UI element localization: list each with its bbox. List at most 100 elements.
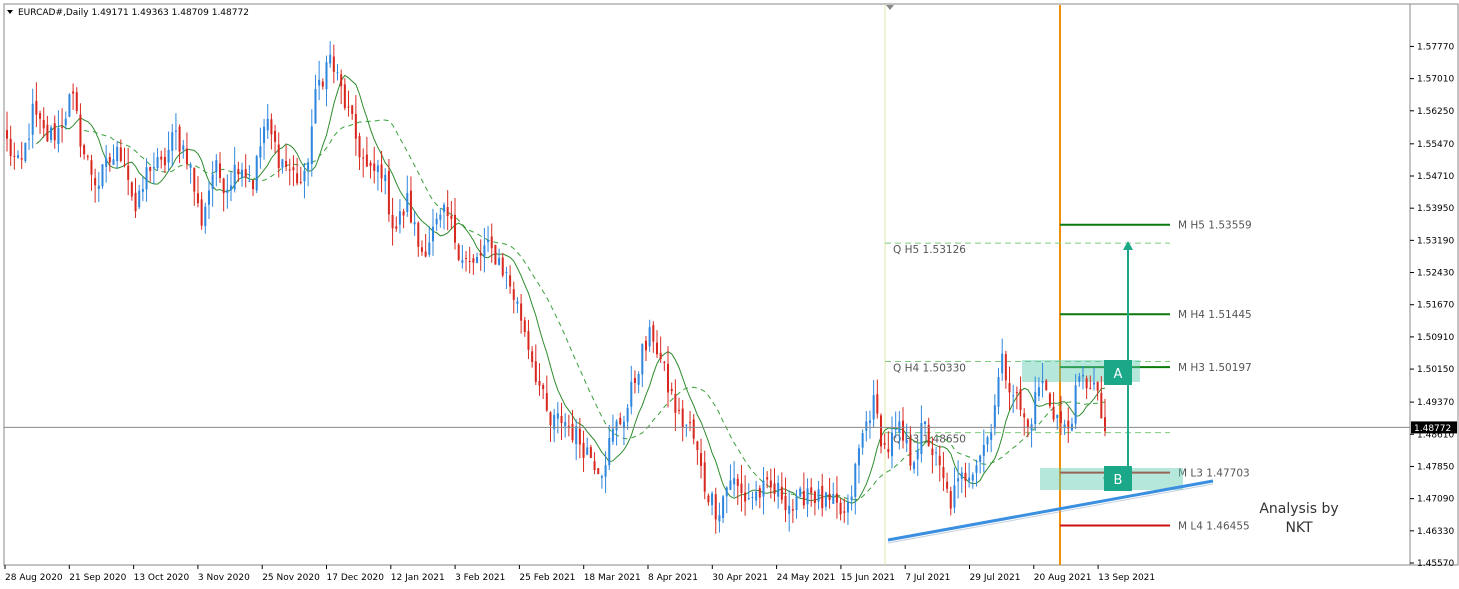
candle-body <box>57 127 60 145</box>
candle-body <box>854 464 857 497</box>
candle-body <box>303 170 306 182</box>
y-tick-label: 1.53950 <box>1417 204 1454 214</box>
candle-body <box>711 493 714 506</box>
candle-body <box>325 62 328 90</box>
candle-body <box>898 421 901 433</box>
candle-body <box>681 408 684 428</box>
candle-body <box>42 119 45 129</box>
candle-body <box>409 190 412 223</box>
candle-body <box>758 487 761 498</box>
pivot-level-label: M H4 1.51445 <box>1178 309 1252 321</box>
candle-body <box>589 447 592 458</box>
candle-body <box>108 157 111 163</box>
candle-body <box>648 327 651 347</box>
candle-body <box>883 442 886 445</box>
candle-body <box>751 496 754 499</box>
candle-body <box>916 450 919 460</box>
candle-body <box>31 103 34 135</box>
pivot-level-label: M H5 1.53559 <box>1178 220 1252 232</box>
candle-body <box>90 160 93 175</box>
y-tick-label: 1.51670 <box>1417 301 1454 311</box>
candle-body <box>523 320 526 333</box>
candle-body <box>766 477 769 480</box>
candle-body <box>876 394 879 414</box>
candle-body <box>637 374 640 385</box>
y-tick-label: 1.47850 <box>1417 462 1454 472</box>
candle-body <box>182 145 185 150</box>
candle-body <box>1034 392 1037 425</box>
candle-body <box>1023 413 1026 418</box>
y-tick-label: 1.47090 <box>1417 495 1454 505</box>
candle-body <box>329 54 332 64</box>
x-tick-label: 25 Nov 2020 <box>262 573 320 583</box>
plot-area <box>3 3 1411 566</box>
candle-body <box>196 193 199 204</box>
candle-body <box>1015 391 1018 393</box>
candle-body <box>127 165 130 180</box>
candle-body <box>931 448 934 456</box>
candle-body <box>420 247 423 252</box>
candle-body <box>615 421 618 431</box>
x-tick-label: 13 Oct 2020 <box>134 573 190 583</box>
candle-body <box>913 462 916 470</box>
candle-body <box>1037 387 1040 397</box>
y-tick-label: 1.54710 <box>1417 172 1454 182</box>
candle-body <box>476 256 479 263</box>
candle-body <box>527 331 530 350</box>
candle-body <box>435 218 438 225</box>
candle-body <box>332 56 335 72</box>
candle-body <box>879 415 883 447</box>
candle-body <box>832 494 835 504</box>
candle-body <box>340 74 343 87</box>
candle-body <box>501 257 504 276</box>
candle-body <box>696 441 699 451</box>
candle-body <box>571 423 574 441</box>
y-tick-label: 1.53190 <box>1417 236 1454 246</box>
candle-body <box>975 465 978 473</box>
pivot-level-label: Q H4 1.50330 <box>893 362 966 374</box>
candle-body <box>5 130 9 139</box>
candle-body <box>336 72 339 74</box>
candle-body <box>50 127 53 140</box>
candle-body <box>274 130 277 142</box>
candle-body <box>101 164 104 187</box>
pivot-level-label: Q H5 1.53126 <box>893 244 966 256</box>
y-tick-label: 1.45570 <box>1417 559 1454 569</box>
candle-body <box>241 169 244 178</box>
candle-body <box>94 177 97 186</box>
candle-body <box>468 260 471 263</box>
candle-body <box>1026 419 1029 428</box>
candle-body <box>450 215 453 219</box>
candle-body <box>924 421 927 424</box>
candle-body <box>784 495 787 511</box>
candle-body <box>86 156 89 158</box>
price-chart[interactable]: EURCAD#,Daily 1.49171 1.49363 1.48709 1.… <box>0 0 1459 589</box>
candle-body <box>380 164 383 179</box>
candle-body <box>358 136 361 158</box>
candle-body <box>152 166 155 168</box>
candle-body <box>578 428 581 445</box>
y-tick-label: 1.57010 <box>1417 75 1454 85</box>
candle-body <box>611 428 614 442</box>
candle-body <box>255 156 258 191</box>
candle-body <box>222 178 225 194</box>
candle-body <box>24 142 27 161</box>
candle-body <box>285 160 288 167</box>
candle-body <box>567 425 570 427</box>
candle-body <box>310 126 313 165</box>
candle-body <box>659 352 662 360</box>
candle-body <box>354 113 357 139</box>
candle-body <box>542 384 545 390</box>
candle-body <box>905 439 908 444</box>
candle-body <box>314 88 317 124</box>
pivot-level-label: M L4 1.46455 <box>1178 521 1250 533</box>
y-tick-label: 1.56250 <box>1417 107 1454 117</box>
candle-body <box>1103 417 1107 432</box>
candle-body <box>39 113 42 119</box>
candle-body <box>424 251 427 257</box>
candle-body <box>35 100 38 115</box>
candle-body <box>72 91 75 94</box>
candle-body <box>953 485 956 508</box>
zone-a-label: A <box>1114 367 1123 382</box>
candle-body <box>1100 392 1103 419</box>
